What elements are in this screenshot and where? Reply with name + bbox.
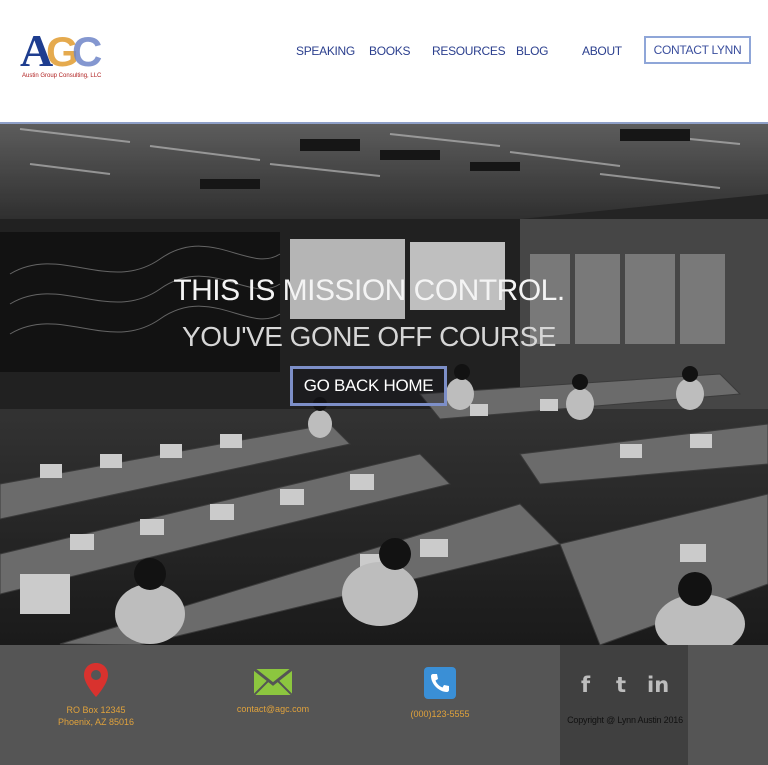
twitter-icon[interactable]: t — [616, 673, 626, 697]
contact-lynn-button[interactable]: CONTACT LYNN — [644, 36, 751, 64]
phone-icon[interactable] — [424, 667, 456, 699]
facebook-icon[interactable]: f — [581, 673, 590, 697]
footer-email: contact@agc.com — [228, 667, 318, 715]
footer-address: RO Box 12345 Phoenix, AZ 85016 — [48, 663, 144, 728]
nav-books[interactable]: BOOKS — [369, 44, 410, 58]
copyright-text: Copyright @ Lynn Austin 2016 — [567, 715, 683, 725]
phone-number: (000)123-5555 — [410, 709, 470, 719]
site-header: A G C Austin Group Consulting, LLC SPEAK… — [0, 0, 768, 122]
address-line-2: Phoenix, AZ 85016 — [57, 717, 135, 727]
linkedin-icon[interactable]: in — [647, 673, 669, 697]
nav-resources[interactable]: RESOURCES — [432, 44, 506, 58]
social-links: f t in — [574, 673, 674, 699]
svg-text:Austin Group Consulting, LLC: Austin Group Consulting, LLC — [22, 73, 102, 79]
nav-blog[interactable]: BLOG — [516, 44, 548, 58]
nav-about[interactable]: ABOUT — [582, 44, 622, 58]
address-line-1: RO Box 12345 — [66, 705, 126, 715]
footer-phone: (000)123-5555 — [398, 667, 482, 720]
location-pin-icon — [84, 663, 108, 697]
social-box — [560, 645, 688, 765]
email-link[interactable]: contact@agc.com — [228, 703, 318, 715]
hero-title: THIS IS MISSION CONTROL. — [173, 274, 565, 307]
nav-speaking[interactable]: SPEAKING — [296, 44, 355, 58]
site-footer: RO Box 12345 Phoenix, AZ 85016 contact@a… — [0, 645, 768, 765]
hero-subtitle: YOU'VE GONE OFF COURSE — [182, 321, 556, 352]
go-back-home-button[interactable]: GO BACK HOME — [290, 366, 447, 406]
hero-section: THIS IS MISSION CONTROL. YOU'VE GONE OFF… — [0, 124, 768, 645]
mail-icon[interactable] — [253, 667, 293, 696]
